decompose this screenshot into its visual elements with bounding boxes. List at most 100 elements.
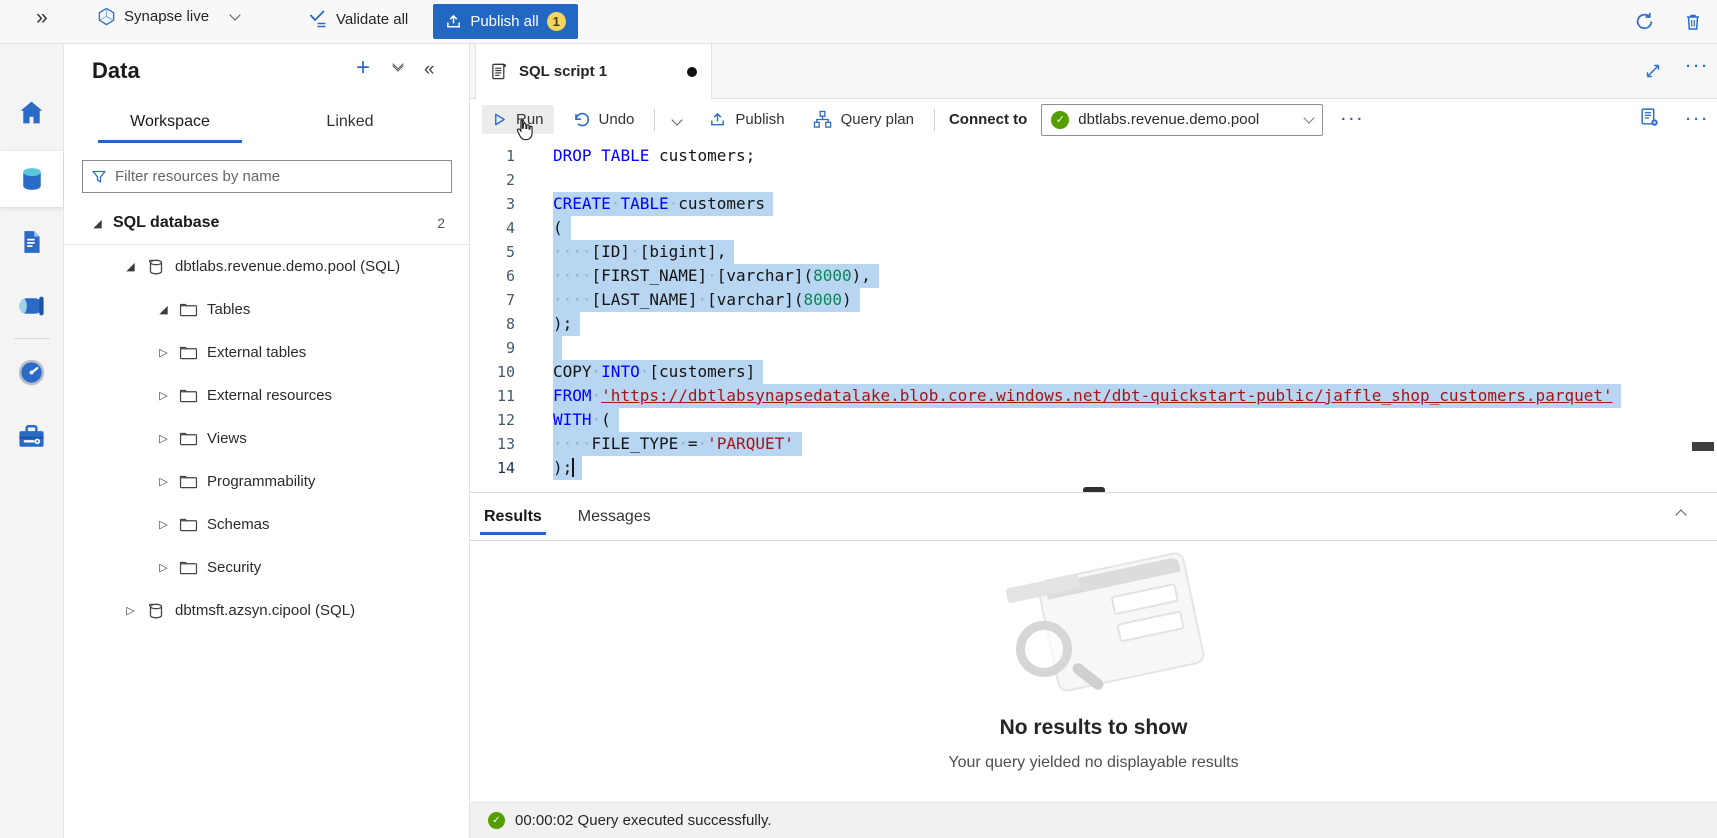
filter-resources-input[interactable] <box>115 168 442 185</box>
tab-messages[interactable]: Messages <box>574 492 655 541</box>
line-number: 3 <box>470 192 515 216</box>
rail-item-integrate[interactable] <box>0 278 63 334</box>
expand-twisty-icon[interactable]: ▷ <box>156 561 171 574</box>
code-line-8[interactable]: 8); <box>470 312 1717 336</box>
code-line-14[interactable]: 14); <box>470 456 1717 480</box>
tab-title: SQL script 1 <box>519 63 677 80</box>
code-line-7[interactable]: 7····[LAST_NAME]·[varchar](8000) <box>470 288 1717 312</box>
expand-twisty-icon[interactable]: ▷ <box>156 346 171 359</box>
rail-item-manage[interactable] <box>0 408 63 464</box>
tree-item-dbtmsft-azsyn-cipool-sql-[interactable]: ▷dbtmsft.azsyn.cipool (SQL) <box>64 589 469 632</box>
expand-twisty-icon[interactable]: ▷ <box>123 604 138 617</box>
double-chevron-down-icon[interactable] <box>394 64 402 70</box>
expand-editor-icon[interactable] <box>1645 63 1661 79</box>
database-icon <box>146 257 166 277</box>
text-cursor <box>572 458 574 477</box>
line-number: 9 <box>470 336 515 360</box>
top-command-bar: » Synapse live Validate all Publish all … <box>0 0 1717 44</box>
line-number: 13 <box>470 432 515 456</box>
collapse-twisty-icon[interactable]: ◢ <box>156 303 171 316</box>
code-line-13[interactable]: 13 ····FILE_TYPE·=·'PARQUET' <box>470 432 1717 456</box>
query-plan-icon <box>813 110 832 129</box>
tree-item-dbtlabs-revenue-demo-pool-sql-[interactable]: ◢dbtlabs.revenue.demo.pool (SQL) <box>64 245 469 288</box>
code-line-11[interactable]: 11FROM·'https://dbtlabsynapsedatalake.bl… <box>470 384 1717 408</box>
more-run-options-chevron-icon[interactable] <box>672 114 683 125</box>
line-number: 7 <box>470 288 515 312</box>
tab-more-actions-icon[interactable]: ··· <box>1686 58 1710 75</box>
tree-item-views[interactable]: ▷Views <box>64 417 469 460</box>
publish-all-button[interactable]: Publish all 1 <box>433 4 578 39</box>
status-message: 00:00:02 Query executed successfully. <box>515 812 772 829</box>
code-line-9[interactable]: 9 <box>470 336 1717 360</box>
line-number: 11 <box>470 384 515 408</box>
add-icon[interactable]: + <box>356 58 370 78</box>
tree-item-sql-database[interactable]: ◢SQL database2 <box>64 202 469 245</box>
code-line-2[interactable]: 2 <box>470 168 1717 192</box>
expand-twisty-icon[interactable]: ▷ <box>156 518 171 531</box>
discard-all-icon[interactable] <box>1683 12 1703 32</box>
code-line-4[interactable]: 4( <box>470 216 1717 240</box>
line-number: 2 <box>470 168 515 192</box>
expand-twisty-icon[interactable]: ▷ <box>156 475 171 488</box>
tree-item-external-resources[interactable]: ▷External resources <box>64 374 469 417</box>
code-line-6[interactable]: 6····[FIRST_NAME]·[varchar](8000), <box>470 264 1717 288</box>
tree-item-schemas[interactable]: ▷Schemas <box>64 503 469 546</box>
tree-item-programmability[interactable]: ▷ Programmability <box>64 460 469 503</box>
folder-icon <box>179 474 198 489</box>
expand-twisty-icon[interactable]: ▷ <box>156 432 171 445</box>
code-line-5[interactable]: 5····[ID]·[bigint], <box>470 240 1717 264</box>
editor-scrollbar-thumb[interactable] <box>1692 442 1714 451</box>
run-play-icon <box>492 112 507 127</box>
query-plan-button[interactable]: Query plan <box>803 104 924 135</box>
publish-button[interactable]: Publish <box>699 105 794 134</box>
tree-item-external-tables[interactable]: ▷ External tables <box>64 331 469 374</box>
code-line-10[interactable]: 10COPY·INTO·[customers] <box>470 360 1717 384</box>
script-properties-icon[interactable] <box>1639 107 1660 128</box>
expand-twisty-icon[interactable]: ▷ <box>156 389 171 402</box>
folder-icon <box>179 560 198 575</box>
tree-item-security[interactable]: ▷Security <box>64 546 469 589</box>
script-toolbar: Run Undo Publish Query plan Connect to ✓… <box>470 99 1717 140</box>
toolbar-overflow-icon[interactable]: ··· <box>1341 111 1365 128</box>
run-button[interactable]: Run <box>482 105 554 134</box>
collapse-twisty-icon[interactable]: ◢ <box>123 260 138 273</box>
tab-linked[interactable]: Linked <box>275 100 425 143</box>
mode-selector[interactable]: Synapse live <box>97 7 239 26</box>
tree-item-label: Programmability <box>207 473 315 490</box>
rail-item-monitor[interactable] <box>0 344 63 400</box>
tree-item-tables[interactable]: ◢Tables <box>64 288 469 331</box>
refresh-icon[interactable] <box>1634 11 1655 32</box>
tree-item-label: External tables <box>207 344 306 361</box>
rail-item-develop[interactable] <box>0 214 63 270</box>
undo-button[interactable]: Undo <box>562 105 645 135</box>
selection-highlight: ····[FIRST_NAME]·[varchar](8000), <box>553 264 879 288</box>
selection-highlight: ····[ID]·[bigint], <box>553 240 734 264</box>
rail-divider <box>14 338 50 339</box>
connection-ok-icon: ✓ <box>1051 111 1069 129</box>
validate-all-button[interactable]: Validate all <box>308 9 408 29</box>
expand-rail-icon[interactable]: » <box>36 6 48 30</box>
code-line-1[interactable]: 1DROP TABLE customers; <box>470 144 1717 168</box>
connect-to-pool-dropdown[interactable]: ✓ dbtlabs.revenue.demo.pool <box>1041 104 1323 136</box>
selection-highlight: ); <box>553 312 580 336</box>
rail-item-home[interactable] <box>0 84 63 140</box>
chevron-down-icon <box>1304 112 1315 123</box>
tab-sql-script-1[interactable]: SQL script 1 <box>475 44 712 99</box>
more-commands-icon[interactable]: ··· <box>1686 111 1710 128</box>
code-line-3[interactable]: 3 CREATE·TABLE·customers <box>470 192 1717 216</box>
selection-highlight: ····FILE_TYPE·=·'PARQUET' <box>553 432 802 456</box>
selection-highlight: CREATE·TABLE·customers <box>553 192 773 216</box>
query-status-bar: ✓ 00:00:02 Query executed successfully. <box>470 802 1717 838</box>
publish-count-badge: 1 <box>547 12 566 31</box>
collapse-panel-icon[interactable]: « <box>424 60 435 80</box>
sql-code-editor[interactable]: 1DROP TABLE customers;23 CREATE·TABLE·cus… <box>470 140 1717 486</box>
tab-results[interactable]: Results <box>480 492 546 541</box>
database-tree: ◢SQL database2◢dbtlabs.revenue.demo.pool… <box>64 202 469 632</box>
collapse-twisty-icon[interactable]: ◢ <box>90 217 105 230</box>
tab-workspace[interactable]: Workspace <box>94 100 246 143</box>
toolbar-separator <box>654 109 655 131</box>
rail-item-data[interactable] <box>0 151 63 207</box>
synapse-hexagon-icon <box>97 7 116 26</box>
magnifier-icon <box>1016 621 1072 677</box>
code-line-12[interactable]: 12WITH·( <box>470 408 1717 432</box>
